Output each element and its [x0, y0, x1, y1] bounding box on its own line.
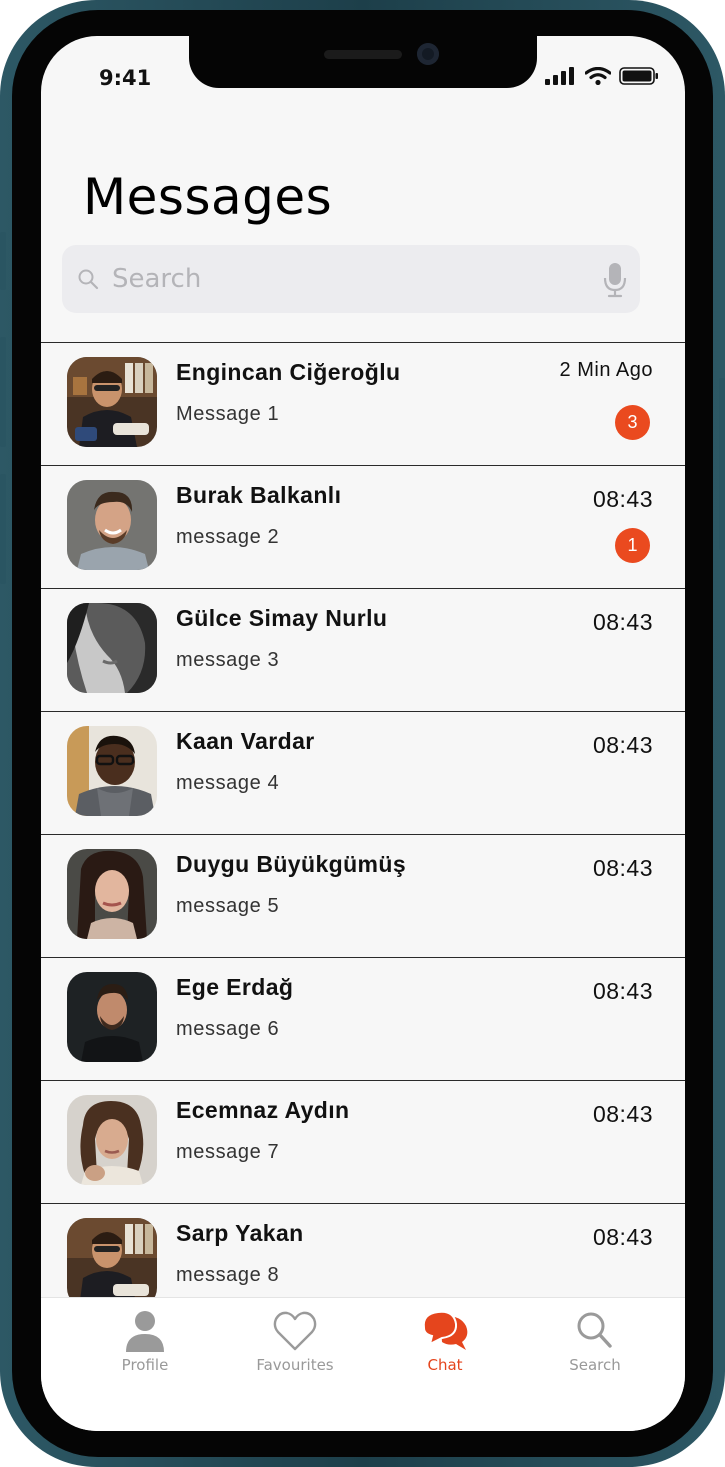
notch: [189, 36, 537, 88]
status-icons: [545, 66, 659, 86]
silent-switch: [0, 232, 6, 290]
unread-badge: 3: [615, 405, 650, 440]
front-camera: [417, 43, 439, 65]
avatar: [67, 480, 157, 570]
tab-label: Chat: [427, 1356, 463, 1374]
chat-row[interactable]: Gülce Simay Nurlu message 3 08:43: [41, 588, 685, 711]
avatar: [67, 726, 157, 816]
contact-name: Duygu Büyükgümüş: [176, 851, 407, 877]
chat-row[interactable]: Kaan Vardar message 4 08:43: [41, 711, 685, 834]
avatar: [67, 972, 157, 1062]
tab-label: Favourites: [256, 1356, 334, 1374]
tab-favourites[interactable]: Favourites: [240, 1308, 350, 1374]
status-time: 9:41: [99, 66, 152, 90]
message-preview: message 4: [176, 772, 280, 794]
contact-name: Burak Balkanlı: [176, 482, 342, 508]
tab-bar: Profile Favourites Chat Search: [41, 1297, 685, 1431]
tab-search[interactable]: Search: [540, 1308, 650, 1374]
chat-row[interactable]: Ecemnaz Aydın message 7 08:43: [41, 1080, 685, 1203]
chat-bubbles-icon: [422, 1310, 468, 1350]
message-preview: message 8: [176, 1264, 280, 1286]
contact-name: Gülce Simay Nurlu: [176, 605, 388, 631]
message-time: 08:43: [592, 1224, 653, 1250]
chat-row[interactable]: Engincan Ciğeroğlu Message 1 2 Min Ago 3: [41, 342, 685, 465]
contact-name: Kaan Vardar: [176, 728, 315, 754]
message-preview: message 7: [176, 1141, 280, 1163]
search-icon: [577, 1312, 612, 1348]
heart-icon: [273, 1311, 317, 1351]
message-time: 08:43: [592, 732, 653, 758]
power-button: [719, 378, 725, 550]
avatar: [67, 1095, 157, 1185]
chat-row[interactable]: Ege Erdağ message 6 08:43: [41, 957, 685, 1080]
wifi-icon: [585, 67, 611, 85]
search-input[interactable]: [112, 262, 552, 296]
avatar: [67, 357, 157, 447]
message-time: 08:43: [592, 855, 653, 881]
page-title: Messages: [83, 168, 333, 226]
chat-row[interactable]: Burak Balkanlı message 2 08:43 1: [41, 465, 685, 588]
tab-label: Profile: [121, 1356, 169, 1374]
avatar: [67, 603, 157, 693]
unread-badge: 1: [615, 528, 650, 563]
volume-up-button: [0, 337, 6, 447]
message-preview: message 2: [176, 526, 280, 548]
volume-down-button: [0, 474, 6, 584]
avatar: [67, 849, 157, 939]
message-time: 08:43: [592, 1101, 653, 1127]
contact-name: Ege Erdağ: [176, 974, 294, 1000]
message-time: 08:43: [592, 486, 653, 512]
speaker-grille: [324, 50, 402, 59]
contact-name: Sarp Yakan: [176, 1220, 304, 1246]
chat-row[interactable]: Duygu Büyükgümüş message 5 08:43: [41, 834, 685, 957]
message-preview: message 3: [176, 649, 280, 671]
microphone-icon[interactable]: [602, 262, 628, 298]
search-icon: [78, 269, 99, 290]
tab-label: Search: [569, 1356, 621, 1374]
tab-chat[interactable]: Chat: [390, 1308, 500, 1374]
message-preview: message 6: [176, 1018, 280, 1040]
battery-icon: [619, 67, 658, 85]
contact-name: Engincan Ciğeroğlu: [176, 359, 401, 385]
chat-list: Engincan Ciğeroğlu Message 1 2 Min Ago 3…: [41, 342, 685, 1326]
screen: 9:41 Messages Search Engincan Ciğeroğlu …: [41, 36, 685, 1431]
message-time: 08:43: [592, 609, 653, 635]
cellular-signal-icon: [545, 67, 574, 85]
message-time: 08:43: [592, 978, 653, 1004]
message-preview: Message 1: [176, 403, 280, 425]
avatar: [67, 1218, 157, 1308]
message-time: 2 Min Ago: [559, 359, 653, 381]
search-bar[interactable]: [62, 245, 640, 313]
tab-profile[interactable]: Profile: [90, 1308, 200, 1374]
message-preview: message 5: [176, 895, 280, 917]
person-icon: [126, 1311, 164, 1352]
contact-name: Ecemnaz Aydın: [176, 1097, 350, 1123]
